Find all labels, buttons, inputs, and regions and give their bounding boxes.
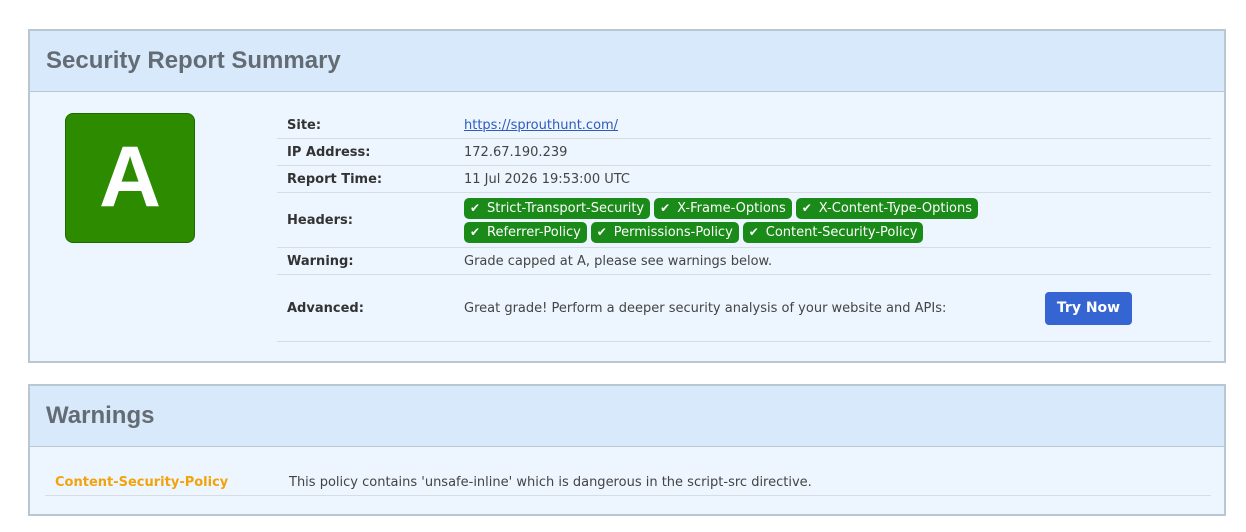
header-badge: ✔ Content-Security-Policy (742, 221, 924, 243)
advanced-row: Advanced: Great grade! Perform a deeper … (277, 275, 1211, 342)
warnings-title: Warnings (46, 402, 155, 429)
header-badge-label: Permissions-Policy (613, 224, 733, 240)
warning-value: Grade capped at A, please see warnings b… (464, 253, 773, 269)
header-badge-label: X-Frame-Options (677, 200, 786, 216)
advanced-label: Advanced: (287, 300, 364, 316)
warnings-table: Content-Security-Policy This policy cont… (45, 469, 1211, 496)
security-report-summary-panel: Security Report Summary A Site: https://… (28, 29, 1226, 363)
summary-title: Security Report Summary (46, 47, 341, 74)
header-badge: ✔ X-Content-Type-Options (795, 197, 979, 219)
warning-label: Warning: (287, 253, 354, 269)
header-badges: ✔ Strict-Transport-Security ✔ X-Frame-Opti… (464, 197, 1104, 243)
header-badge: ✔ X-Frame-Options (654, 197, 792, 219)
header-badge-label: Strict-Transport-Security (487, 200, 645, 216)
warning-description: This policy contains 'unsafe-inline' whi… (289, 474, 812, 490)
ip-value: 172.67.190.239 (464, 144, 568, 160)
try-now-button[interactable]: Try Now (1045, 291, 1132, 325)
site-label: Site: (287, 117, 322, 133)
summary-table: Site: https://sprouthunt.com/ IP Address… (277, 112, 1211, 342)
header-badge: ✔ Strict-Transport-Security (464, 197, 651, 219)
site-link[interactable]: https://sprouthunt.com/ (464, 118, 618, 133)
report-time-label: Report Time: (287, 171, 383, 187)
header-badge-label: Referrer-Policy (487, 224, 581, 240)
grade-badge: A (65, 113, 195, 243)
check-icon: ✔ (470, 225, 481, 239)
header-badge: ✔ Permissions-Policy (590, 221, 739, 243)
check-icon: ✔ (470, 201, 481, 215)
warnings-header: Warnings (30, 386, 1224, 447)
check-icon: ✔ (596, 225, 607, 239)
report-time-row: Report Time: 11 Jul 2026 19:53:00 UTC (277, 166, 1211, 193)
site-row: Site: https://sprouthunt.com/ (277, 112, 1211, 139)
warning-item: Content-Security-Policy This policy cont… (45, 469, 1211, 496)
header-badge-label: Content-Security-Policy (765, 224, 918, 240)
warning-header-name: Content-Security-Policy (55, 474, 229, 490)
header-badge: ✔ Referrer-Policy (464, 221, 587, 243)
check-icon: ✔ (801, 201, 812, 215)
ip-row: IP Address: 172.67.190.239 (277, 139, 1211, 166)
report-time-value: 11 Jul 2026 19:53:00 UTC (464, 171, 630, 187)
warnings-panel: Warnings Content-Security-Policy This po… (28, 384, 1226, 516)
summary-header: Security Report Summary (30, 31, 1224, 92)
advanced-text: Great grade! Perform a deeper security a… (464, 300, 947, 316)
headers-row: Headers: ✔ Strict-Transport-Security ✔ X-F… (277, 193, 1211, 248)
grade-letter: A (98, 129, 162, 225)
header-badge-label: X-Content-Type-Options (818, 200, 973, 216)
check-icon: ✔ (748, 225, 759, 239)
check-icon: ✔ (660, 201, 671, 215)
headers-label: Headers: (287, 212, 353, 228)
ip-label: IP Address: (287, 144, 371, 160)
warning-row: Warning: Grade capped at A, please see w… (277, 248, 1211, 275)
